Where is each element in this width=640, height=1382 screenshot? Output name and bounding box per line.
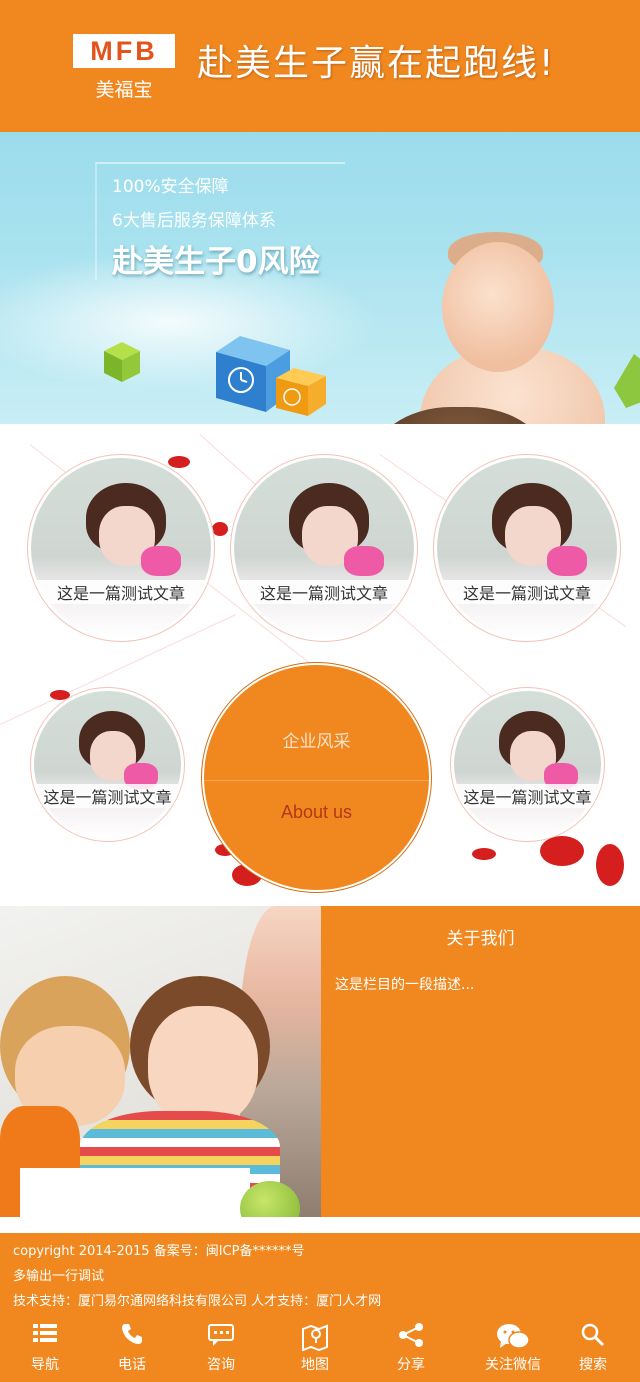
showcase-about-link[interactable]: About us <box>204 802 429 823</box>
wechat-icon <box>497 1324 530 1349</box>
green-speaker-cube-icon <box>104 342 140 382</box>
banner-headline: 赴美生子0风险 <box>112 244 320 280</box>
map-icon <box>302 1324 328 1351</box>
nav-item-search[interactable]: 搜索 <box>553 1311 633 1382</box>
nav-label: 电话 <box>118 1357 146 1373</box>
article-photo <box>34 691 181 838</box>
site-header: MFB 美福宝 赴美生子赢在起跑线! <box>0 0 640 132</box>
article-card[interactable]: 这是一篇测试文章 <box>30 687 185 842</box>
footer-copyright: copyright 2014-2015 备案号：闽ICP备******号 <box>13 1244 305 1259</box>
orange-globe-cube-icon <box>276 368 326 416</box>
nav-item-phone[interactable]: 电话 <box>92 1311 172 1382</box>
article-photo <box>454 691 601 838</box>
rose-petal <box>212 522 228 536</box>
about-panel[interactable]: 关于我们 这是栏目的一段描述... <box>321 906 640 1217</box>
logo[interactable]: MFB <box>73 34 175 68</box>
nav-label: 搜索 <box>579 1357 607 1373</box>
showcase-title: 企业风采 <box>282 732 351 752</box>
nav-item-share[interactable]: 分享 <box>371 1311 451 1382</box>
header-slogan: 赴美生子赢在起跑线! <box>197 43 556 84</box>
chat-icon <box>208 1324 234 1346</box>
pink-bow <box>141 546 181 576</box>
hero-banner[interactable]: 100%安全保障 6大售后服务保障体系 赴美生子0风险 <box>0 132 640 424</box>
nav-label: 导航 <box>31 1357 59 1373</box>
about-section: 关于我们 这是栏目的一段描述... <box>0 906 640 1217</box>
rose-petal <box>472 848 496 860</box>
article-photo <box>31 458 211 638</box>
share-icon <box>399 1323 423 1347</box>
about-description: 这是栏目的一段描述... <box>335 977 475 993</box>
showcase-divider <box>204 780 429 781</box>
notebook <box>20 1168 250 1217</box>
nav-label: 关注微信 <box>485 1357 541 1373</box>
phone-icon <box>122 1324 142 1344</box>
banner-line-1: 100%安全保障 <box>112 177 229 197</box>
logo-subtitle: 美福宝 <box>95 79 153 101</box>
nav-item-menu[interactable]: 导航 <box>5 1311 85 1382</box>
bottom-nav: 导航 电话 咨询 地图 分享 关注微信 搜索 <box>0 1311 640 1382</box>
nav-label: 分享 <box>397 1357 425 1373</box>
rose-petal <box>540 836 584 866</box>
article-card[interactable]: 这是一篇测试文章 <box>230 454 418 642</box>
search-icon <box>581 1323 605 1347</box>
article-card[interactable]: 这是一篇测试文章 <box>450 687 605 842</box>
pink-bow <box>344 546 384 576</box>
nav-item-consult[interactable]: 咨询 <box>181 1311 261 1382</box>
baby-head <box>442 242 554 372</box>
nav-label: 咨询 <box>207 1357 235 1373</box>
article-photo <box>437 458 617 638</box>
article-caption: 这是一篇测试文章 <box>434 580 620 604</box>
article-caption: 这是一篇测试文章 <box>231 580 417 604</box>
banner-line-2: 6大售后服务保障体系 <box>112 211 276 231</box>
about-title[interactable]: 关于我们 <box>321 924 640 949</box>
nav-item-map[interactable]: 地图 <box>275 1311 355 1382</box>
green-cube-right-icon <box>614 354 640 408</box>
nav-label: 地图 <box>301 1357 329 1373</box>
list-icon <box>33 1324 57 1342</box>
articles-section: 这是一篇测试文章 这是一篇测试文章 这是一篇测试文章 这是一篇测试文章 这是一篇… <box>0 424 640 906</box>
girl-face <box>148 1006 258 1126</box>
article-card[interactable]: 这是一篇测试文章 <box>27 454 215 642</box>
nav-item-wechat[interactable]: 关注微信 <box>473 1311 553 1382</box>
company-showcase-circle[interactable]: 企业风采 About us <box>204 665 429 890</box>
pink-bow <box>547 546 587 576</box>
article-caption: 这是一篇测试文章 <box>451 784 604 808</box>
site-footer: copyright 2014-2015 备案号：闽ICP备******号 多输出… <box>0 1233 640 1311</box>
footer-debug-line: 多输出一行调试 <box>13 1269 105 1284</box>
classroom-photo <box>0 906 321 1217</box>
article-photo <box>234 458 414 638</box>
article-caption: 这是一篇测试文章 <box>28 580 214 604</box>
article-card[interactable]: 这是一篇测试文章 <box>433 454 621 642</box>
rose-petal <box>596 844 624 886</box>
rose-petal <box>168 456 190 468</box>
article-caption: 这是一篇测试文章 <box>31 784 184 808</box>
